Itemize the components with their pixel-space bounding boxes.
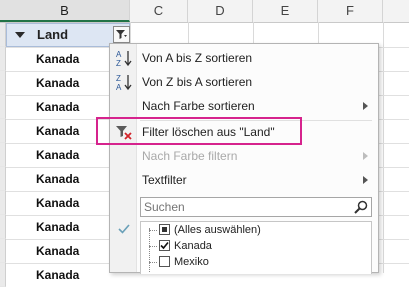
sort-indicator-icon xyxy=(15,32,25,38)
menu-item-label: Von A bis Z sortieren xyxy=(142,51,253,65)
checkbox-unchecked[interactable] xyxy=(159,256,170,267)
column-header-f[interactable]: F xyxy=(318,0,383,22)
column-header-b[interactable]: B xyxy=(0,0,130,22)
autofilter-menu: A Z Von A bis Z sortieren Z A Von Z bis … xyxy=(109,43,379,274)
search-icon xyxy=(354,200,368,214)
list-item-select-all[interactable]: (Alles auswählen) xyxy=(159,222,359,238)
checkbox-check-icon xyxy=(160,241,169,250)
menu-item-label: Von Z bis A sortieren xyxy=(142,75,253,89)
menu-item-label: Filter löschen aus "Land" xyxy=(142,125,275,139)
svg-text:A: A xyxy=(116,83,122,91)
menu-item-text-filter[interactable]: Textfilter xyxy=(110,168,378,192)
checkbox-partial[interactable] xyxy=(159,224,170,235)
svg-text:Z: Z xyxy=(116,74,121,83)
list-item-label: Mexiko xyxy=(174,256,209,268)
submenu-arrow-icon xyxy=(363,176,368,184)
checkmark-icon xyxy=(118,224,130,234)
submenu-arrow-icon xyxy=(363,102,368,110)
menu-item-label: Nach Farbe sortieren xyxy=(142,99,255,113)
tree-line xyxy=(149,262,157,264)
menu-item-filter-by-color: Nach Farbe filtern xyxy=(110,144,378,168)
column-header-g-partial[interactable] xyxy=(383,0,409,22)
menu-item-clear-filter[interactable]: Filter löschen aus "Land" xyxy=(110,120,378,144)
menu-item-label: Textfilter xyxy=(142,173,187,187)
menu-item-sort-z-a[interactable]: Z A Von Z bis A sortieren xyxy=(110,70,378,94)
filter-funnel-icon xyxy=(116,30,127,39)
list-item-kanada[interactable]: Kanada xyxy=(159,238,359,254)
tree-line xyxy=(149,246,157,248)
column-header-c[interactable]: C xyxy=(130,0,188,22)
column-header-row: B C D E F xyxy=(0,0,409,23)
menu-item-sort-by-color[interactable]: Nach Farbe sortieren xyxy=(110,94,378,118)
menu-item-label: Nach Farbe filtern xyxy=(142,149,238,163)
clear-filter-icon xyxy=(116,126,132,140)
header-cell-label: Land xyxy=(37,27,69,42)
tree-line xyxy=(149,228,151,272)
menu-item-sort-a-z[interactable]: A Z Von A bis Z sortieren xyxy=(110,46,378,70)
svg-text:Z: Z xyxy=(116,59,121,67)
filter-dropdown-button[interactable] xyxy=(113,26,130,43)
tree-line xyxy=(149,230,157,232)
search-field[interactable] xyxy=(140,197,372,217)
list-item-label: Kanada xyxy=(174,240,212,252)
svg-text:A: A xyxy=(116,50,122,59)
submenu-arrow-icon xyxy=(363,152,368,160)
search-input[interactable] xyxy=(144,198,344,216)
value-checklist: (Alles auswählen) Kanada Mexiko xyxy=(140,221,372,274)
list-item-mexiko[interactable]: Mexiko xyxy=(159,254,359,270)
column-header-d[interactable]: D xyxy=(188,0,253,22)
sort-descending-icon: Z A xyxy=(116,74,132,91)
checkbox-checked[interactable] xyxy=(159,240,170,251)
column-header-e[interactable]: E xyxy=(253,0,318,22)
gridline xyxy=(383,22,384,273)
list-item-label: (Alles auswählen) xyxy=(174,224,261,236)
sort-ascending-icon: A Z xyxy=(116,50,132,67)
